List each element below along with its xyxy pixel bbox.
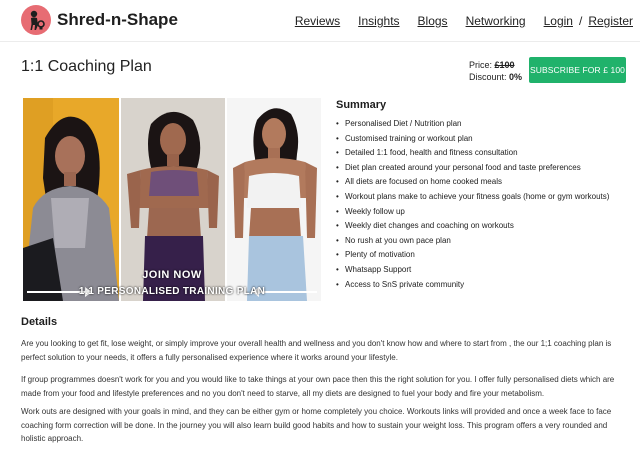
nav-separator: / xyxy=(578,14,583,28)
list-item: • Whatsapp Support xyxy=(336,263,636,278)
list-item-text: Personalised Diet / Nutrition plan xyxy=(345,119,462,128)
list-item-text: Whatsapp Support xyxy=(345,264,412,274)
join-now-text: JOIN NOW xyxy=(142,269,202,281)
page-title: 1:1 Coaching Plan xyxy=(21,58,152,75)
nav-insights[interactable]: Insights xyxy=(358,14,399,28)
site-header: Shred-n-Shape Reviews Insights Blogs Net… xyxy=(0,0,640,42)
list-item: • Plenty of motivation xyxy=(336,248,636,263)
list-item-text: Weekly follow up xyxy=(345,206,405,216)
list-item-text: Plenty of motivation xyxy=(345,250,415,260)
list-item-text: Diet plan created around your personal f… xyxy=(345,162,581,172)
list-item-text: No rush at you own pace plan xyxy=(345,235,451,245)
list-item: • Personalised Diet / Nutrition plan xyxy=(336,117,636,132)
list-item: • Access to SnS private community xyxy=(336,278,636,293)
list-item-text: Workout plans make to achieve your fitne… xyxy=(345,191,610,201)
list-item-text: Customised training or workout plan xyxy=(345,133,473,143)
list-item: • Weekly follow up xyxy=(336,205,636,220)
list-item-text: Weekly diet changes and coaching on work… xyxy=(345,221,514,231)
subscribe-button[interactable]: SUBSCRIBE FOR £ 100 xyxy=(529,57,626,83)
price-label: Price: xyxy=(469,60,493,70)
plan-image-collage: JOIN NOW 1:1 PERSONALISED TRAINING PLAN xyxy=(23,98,321,301)
nav-blogs[interactable]: Blogs xyxy=(418,14,448,28)
details-paragraph: Are you looking to get fit, lose weight,… xyxy=(21,339,612,362)
logo-icon[interactable] xyxy=(21,5,51,35)
top-nav: Reviews Insights Blogs Networking Login … xyxy=(295,14,633,28)
list-item: • Detailed 1:1 food, health and fitness c… xyxy=(336,146,636,161)
list-item: • No rush at you own pace plan xyxy=(336,234,636,249)
list-item: • Workout plans make to achieve your fitn… xyxy=(336,190,636,205)
list-item: • Diet plan created around your personal … xyxy=(336,161,636,176)
login-link[interactable]: Login xyxy=(544,14,573,28)
details-heading: Details xyxy=(21,316,58,328)
discount-row: Discount: 0% xyxy=(469,71,522,83)
details-paragraph: If group programmes doesn't work for you… xyxy=(21,375,615,398)
summary-list: • Personalised Diet / Nutrition plan • Cus… xyxy=(336,117,636,292)
brand-name[interactable]: Shred-n-Shape xyxy=(57,10,178,30)
list-item: • All diets are focused on home cooked me… xyxy=(336,175,636,190)
list-item-text: Access to SnS private community xyxy=(345,279,465,289)
nav-networking[interactable]: Networking xyxy=(466,14,526,28)
training-plan-text: 1:1 PERSONALISED TRAINING PLAN xyxy=(78,286,266,297)
register-link[interactable]: Register xyxy=(588,14,633,28)
discount-label: Discount: xyxy=(469,72,507,82)
list-item-text: All diets are focused on home cooked mea… xyxy=(345,177,502,187)
nav-reviews[interactable]: Reviews xyxy=(295,14,340,28)
price-value: £100 xyxy=(494,60,515,70)
list-item-text: Detailed 1:1 food, health and fitness co… xyxy=(345,148,518,158)
summary-heading: Summary xyxy=(336,99,387,111)
list-item: • Weekly diet changes and coaching on wor… xyxy=(336,219,636,234)
price-row: Price: £100 xyxy=(469,59,522,71)
list-item: • Customised training or workout plan xyxy=(336,132,636,147)
discount-value: 0% xyxy=(509,72,523,82)
details-paragraph: Work outs are designed with your goals i… xyxy=(21,407,612,443)
price-info: Price: £100 Discount: 0% xyxy=(469,59,522,83)
